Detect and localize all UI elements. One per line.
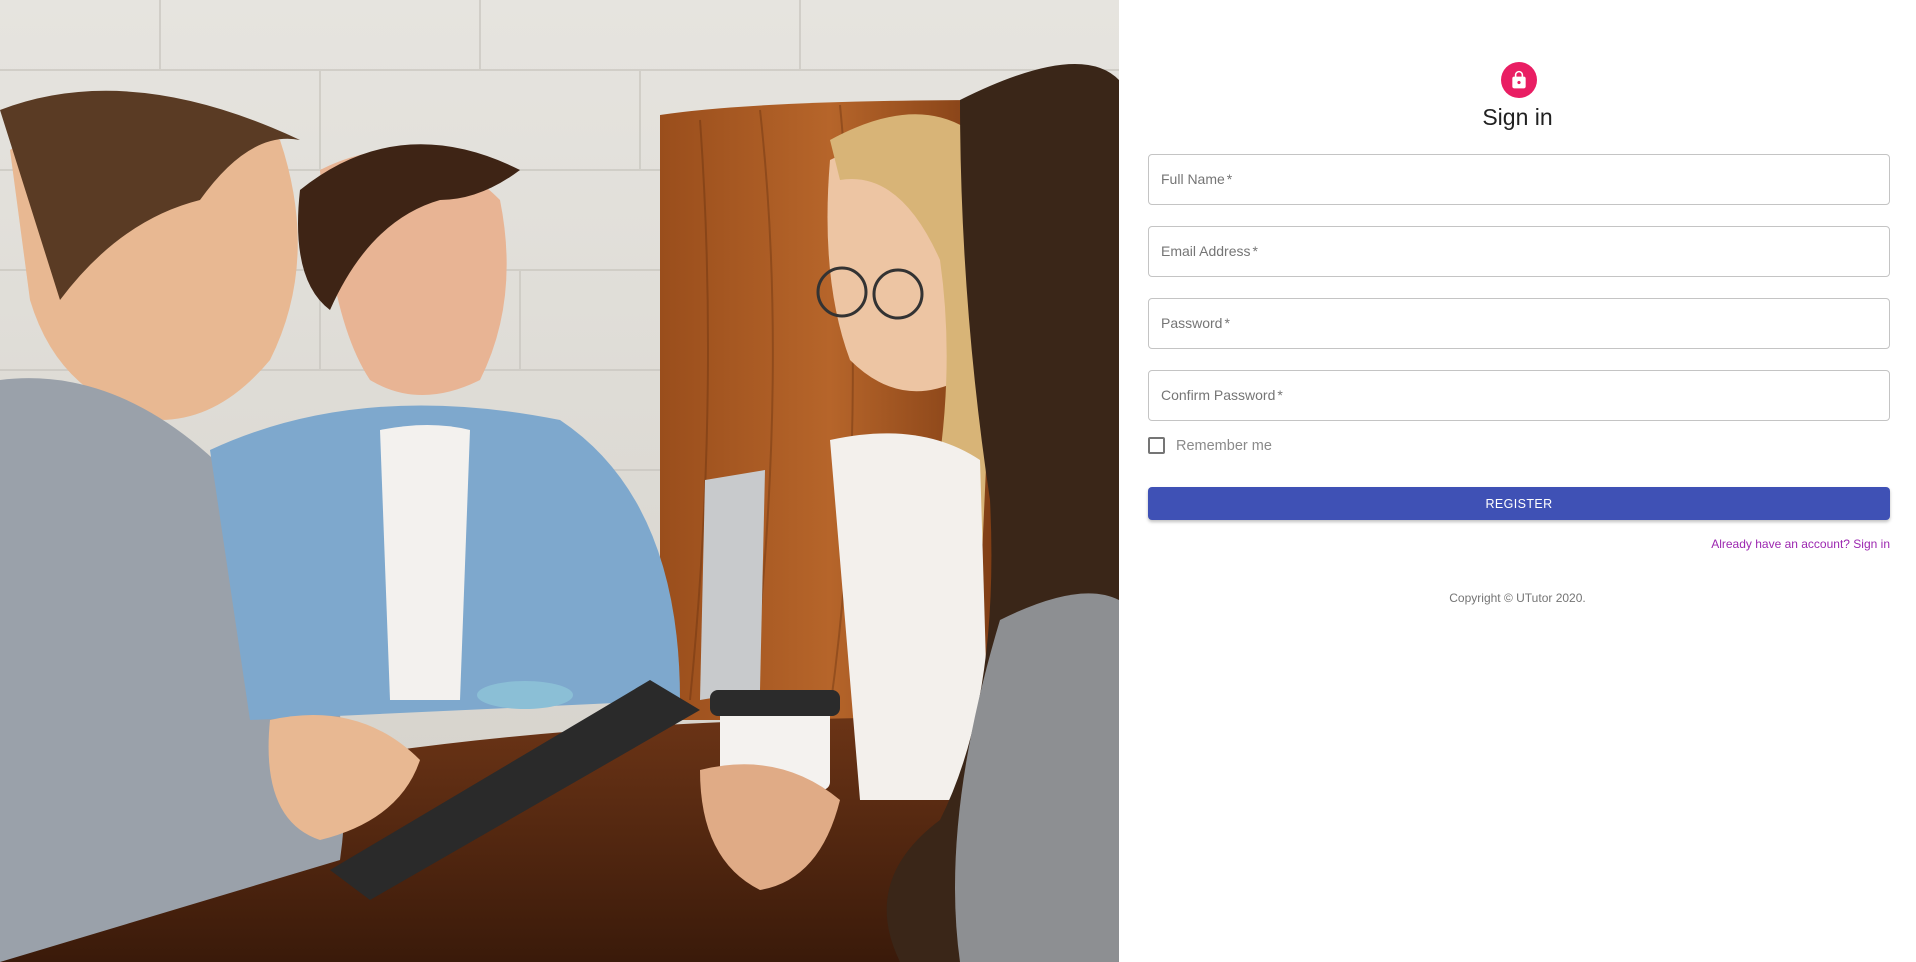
- hero-photo: [0, 0, 1119, 962]
- page-title: Sign in: [1482, 104, 1553, 130]
- signin-panel: Sign in Full Name * Email Address * Passwo…: [1119, 0, 1916, 962]
- email-input[interactable]: [1149, 227, 1889, 276]
- email-field[interactable]: Email Address *: [1148, 226, 1890, 277]
- full-name-field[interactable]: Full Name *: [1148, 154, 1890, 205]
- signin-link[interactable]: Already have an account? Sign in: [1711, 537, 1890, 551]
- remember-label: Remember me: [1176, 437, 1272, 454]
- remember-me[interactable]: Remember me: [1148, 437, 1272, 454]
- register-button[interactable]: REGISTER: [1148, 487, 1890, 520]
- confirm-password-input[interactable]: [1149, 371, 1889, 420]
- remember-checkbox[interactable]: [1148, 437, 1165, 454]
- lock-avatar: [1501, 62, 1537, 98]
- copyright-text: Copyright © UTutor 2020.: [1449, 591, 1586, 605]
- password-input[interactable]: [1149, 299, 1889, 348]
- hero-illustration: [0, 0, 1119, 962]
- confirm-password-field[interactable]: Confirm Password *: [1148, 370, 1890, 421]
- lock-icon: [1512, 70, 1526, 89]
- full-name-input[interactable]: [1149, 155, 1889, 204]
- password-field[interactable]: Password *: [1148, 298, 1890, 349]
